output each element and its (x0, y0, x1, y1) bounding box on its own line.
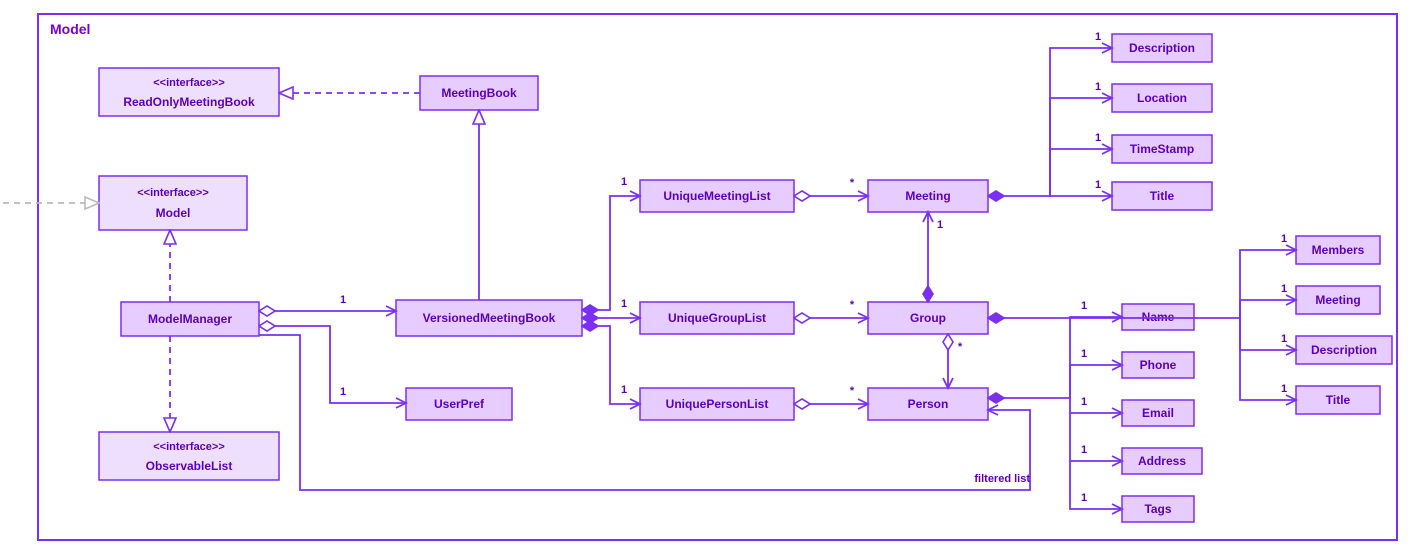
svg-text:ModelManager: ModelManager (148, 312, 232, 326)
svg-text:Email: Email (1142, 406, 1174, 420)
rel-group-comp-meetingattr (1240, 300, 1296, 318)
svg-text:UniquePersonList: UniquePersonList (666, 397, 769, 411)
svg-text:Group: Group (910, 311, 946, 325)
svg-text:<<interface>>: <<interface>> (153, 77, 225, 89)
rel-group-comp-titleattr (1240, 318, 1296, 400)
mult-mm-userpref: 1 (340, 386, 346, 398)
class-title-meeting: Title (1112, 182, 1212, 210)
mult-group-titleattr: 1 (1281, 383, 1287, 395)
svg-text:Tags: Tags (1144, 502, 1171, 516)
class-description-meeting: Description (1112, 34, 1212, 62)
svg-text:Person: Person (908, 397, 949, 411)
svg-text:TimeStamp: TimeStamp (1130, 142, 1194, 156)
mult-group-meeting: 1 (937, 219, 943, 231)
svg-text:Title: Title (1150, 189, 1175, 203)
uml-class-diagram: Model <<interface>> ReadOnlyMeetingBook … (0, 0, 1415, 553)
svg-text:Phone: Phone (1140, 358, 1177, 372)
svg-text:Model: Model (156, 206, 191, 220)
class-unique-group-list: UniqueGroupList (640, 302, 794, 334)
rel-person-comp-name (988, 317, 1122, 398)
mult-group-descriptionattr: 1 (1281, 333, 1287, 345)
class-address: Address (1122, 448, 1202, 474)
mult-meeting-location: 1 (1095, 81, 1101, 93)
rel-mm-agg-userpref (259, 326, 406, 403)
mult-vmb-ugl: 1 (621, 298, 627, 310)
mult-person-phone: 1 (1081, 348, 1087, 360)
class-name: Name (1122, 304, 1194, 330)
class-group: Group (868, 302, 988, 334)
mult-person-tags: 1 (1081, 492, 1087, 504)
mult-ugl-group: * (850, 299, 855, 311)
svg-text:Address: Address (1138, 454, 1186, 468)
class-meeting-group: Meeting (1296, 286, 1380, 314)
mult-mm-vmb: 1 (340, 294, 346, 306)
mult-group-meetingattr: 1 (1281, 283, 1287, 295)
mult-upl-person: * (850, 385, 855, 397)
svg-text:Description: Description (1129, 41, 1195, 55)
class-phone: Phone (1122, 352, 1194, 378)
rel-person-comp-tags (1070, 461, 1122, 509)
class-members: Members (1296, 236, 1380, 264)
mult-meeting-timestamp: 1 (1095, 132, 1101, 144)
rel-meeting-comp-timestamp (1050, 149, 1112, 196)
rel-vmb-comp-uml (582, 196, 640, 310)
mult-vmb-upl: 1 (621, 384, 627, 396)
mult-meeting-title: 1 (1095, 179, 1101, 191)
class-description-group: Description (1296, 336, 1392, 364)
class-model-manager: ModelManager (121, 302, 259, 336)
class-location: Location (1112, 84, 1212, 112)
class-meeting: Meeting (868, 180, 988, 212)
svg-text:<<interface>>: <<interface>> (137, 187, 209, 199)
svg-text:ReadOnlyMeetingBook: ReadOnlyMeetingBook (123, 95, 255, 109)
mult-person-email: 1 (1081, 396, 1087, 408)
rel-person-comp-email (1070, 398, 1122, 413)
class-read-only-meeting-book: <<interface>> ReadOnlyMeetingBook (99, 68, 279, 116)
class-unique-person-list: UniquePersonList (640, 388, 794, 420)
svg-text:UserPref: UserPref (434, 397, 485, 411)
mult-person-address: 1 (1081, 444, 1087, 456)
svg-text:<<interface>>: <<interface>> (153, 441, 225, 453)
svg-text:Meeting: Meeting (1315, 293, 1360, 307)
class-model-interface: <<interface>> Model (99, 176, 247, 230)
svg-text:VersionedMeetingBook: VersionedMeetingBook (423, 311, 556, 325)
class-title-group: Title (1296, 386, 1380, 414)
rel-person-comp-phone (1070, 365, 1122, 398)
mult-group-members: 1 (1281, 233, 1287, 245)
class-versioned-meeting-book: VersionedMeetingBook (396, 300, 582, 336)
class-tags: Tags (1122, 496, 1194, 522)
mult-group-person: * (958, 341, 963, 353)
mult-uml-meeting: * (850, 177, 855, 189)
svg-text:MeetingBook: MeetingBook (441, 86, 517, 100)
class-observable-list: <<interface>> ObservableList (99, 432, 279, 480)
rel-group-comp-descriptionattr (1240, 318, 1296, 350)
class-user-pref: UserPref (406, 388, 512, 420)
mult-vmb-uml: 1 (621, 176, 627, 188)
svg-text:Description: Description (1311, 343, 1377, 357)
svg-text:Meeting: Meeting (905, 189, 950, 203)
rel-vmb-comp-upl (582, 326, 640, 404)
class-time-stamp: TimeStamp (1112, 135, 1212, 163)
label-filtered-list: filtered list (974, 473, 1030, 485)
rel-meeting-comp-location (1050, 98, 1112, 196)
class-person: Person (868, 388, 988, 420)
mult-meeting-description: 1 (1095, 31, 1101, 43)
svg-text:Members: Members (1312, 243, 1365, 257)
svg-text:UniqueGroupList: UniqueGroupList (668, 311, 766, 325)
mult-person-name: 1 (1081, 300, 1087, 312)
class-unique-meeting-list: UniqueMeetingList (640, 180, 794, 212)
rel-person-comp-address (1070, 413, 1122, 461)
package-title: Model (50, 21, 90, 37)
class-meeting-book: MeetingBook (420, 76, 538, 110)
svg-text:ObservableList: ObservableList (146, 459, 233, 473)
svg-text:Location: Location (1137, 91, 1187, 105)
class-email: Email (1122, 400, 1194, 426)
svg-text:UniqueMeetingList: UniqueMeetingList (663, 189, 770, 203)
svg-text:Title: Title (1326, 393, 1351, 407)
